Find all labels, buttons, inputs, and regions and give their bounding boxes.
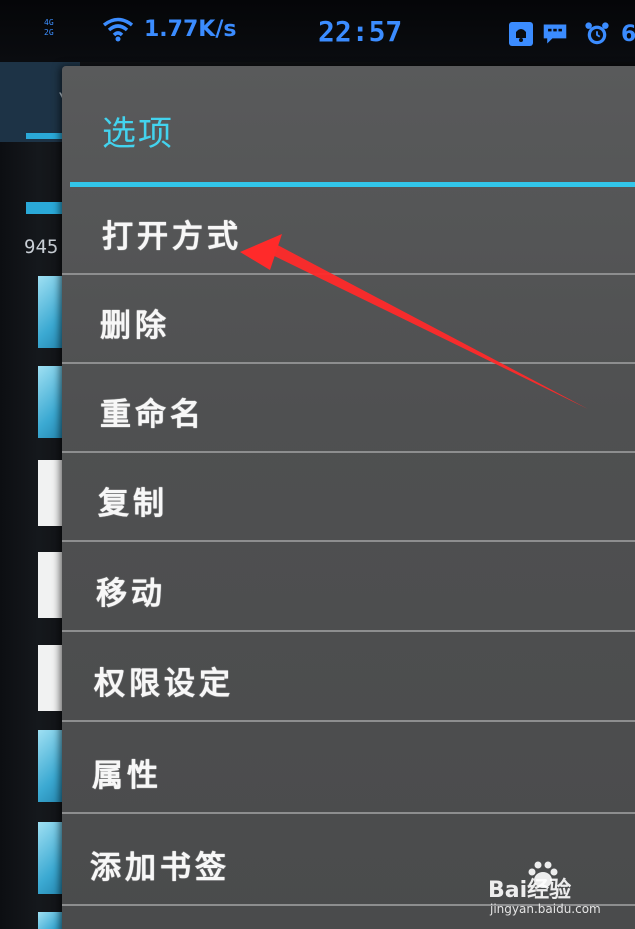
menu-item-open-with[interactable]: 打开方式: [62, 187, 635, 275]
menu-item-label: 属性: [92, 758, 162, 794]
options-dialog: 选项 打开方式 删除 重命名 复制 移动 权限设定 属性 添加书签: [62, 66, 635, 929]
menu-item-copy[interactable]: 复制: [62, 454, 635, 542]
watermark-url: jingyan.baidu.com: [490, 902, 601, 916]
menu-item-label: 重命名: [100, 397, 205, 433]
watermark-brand: Bai经验: [488, 878, 572, 903]
menu-item-rename[interactable]: 重命名: [62, 365, 635, 453]
divider: [62, 362, 635, 364]
status-bar: 4G 2G 1.77K/s 22:57 6: [0, 0, 635, 62]
divider: [62, 630, 635, 632]
baidu-watermark: Bai经验 jingyan.baidu.com: [488, 860, 628, 920]
phone-screen: 4G 2G 1.77K/s 22:57 6 945. 选项 打开方式 删除 重命…: [0, 0, 635, 929]
alarm-clock-icon: [585, 22, 609, 45]
menu-item-label: 移动: [96, 576, 166, 612]
menu-item-label: 添加书签: [90, 850, 230, 886]
signal-line-1: 4G: [44, 18, 54, 27]
divider: [62, 273, 635, 275]
message-icon: [543, 24, 567, 44]
menu-item-permissions[interactable]: 权限设定: [62, 634, 635, 722]
divider: [62, 720, 635, 722]
menu-item-label: 权限设定: [94, 666, 234, 702]
signal-line-2: 2G: [44, 28, 54, 37]
dialog-title: 选项: [102, 114, 174, 154]
menu-item-delete[interactable]: 删除: [62, 276, 635, 364]
menu-item-label: 删除: [100, 308, 170, 344]
wifi-icon: [102, 17, 134, 42]
menu-item-properties[interactable]: 属性: [62, 726, 635, 814]
status-clock: 22:57: [318, 15, 403, 48]
notification-icon: [509, 22, 533, 46]
divider: [62, 451, 635, 453]
menu-item-move[interactable]: 移动: [62, 544, 635, 632]
network-speed: 1.77K/s: [144, 17, 237, 42]
divider: [62, 540, 635, 542]
battery-level: 6: [621, 22, 635, 47]
signal-strength-icon: 4G 2G: [44, 18, 92, 40]
menu-item-label: 打开方式: [102, 219, 242, 255]
divider: [62, 812, 635, 814]
menu-item-label: 复制: [98, 486, 168, 522]
